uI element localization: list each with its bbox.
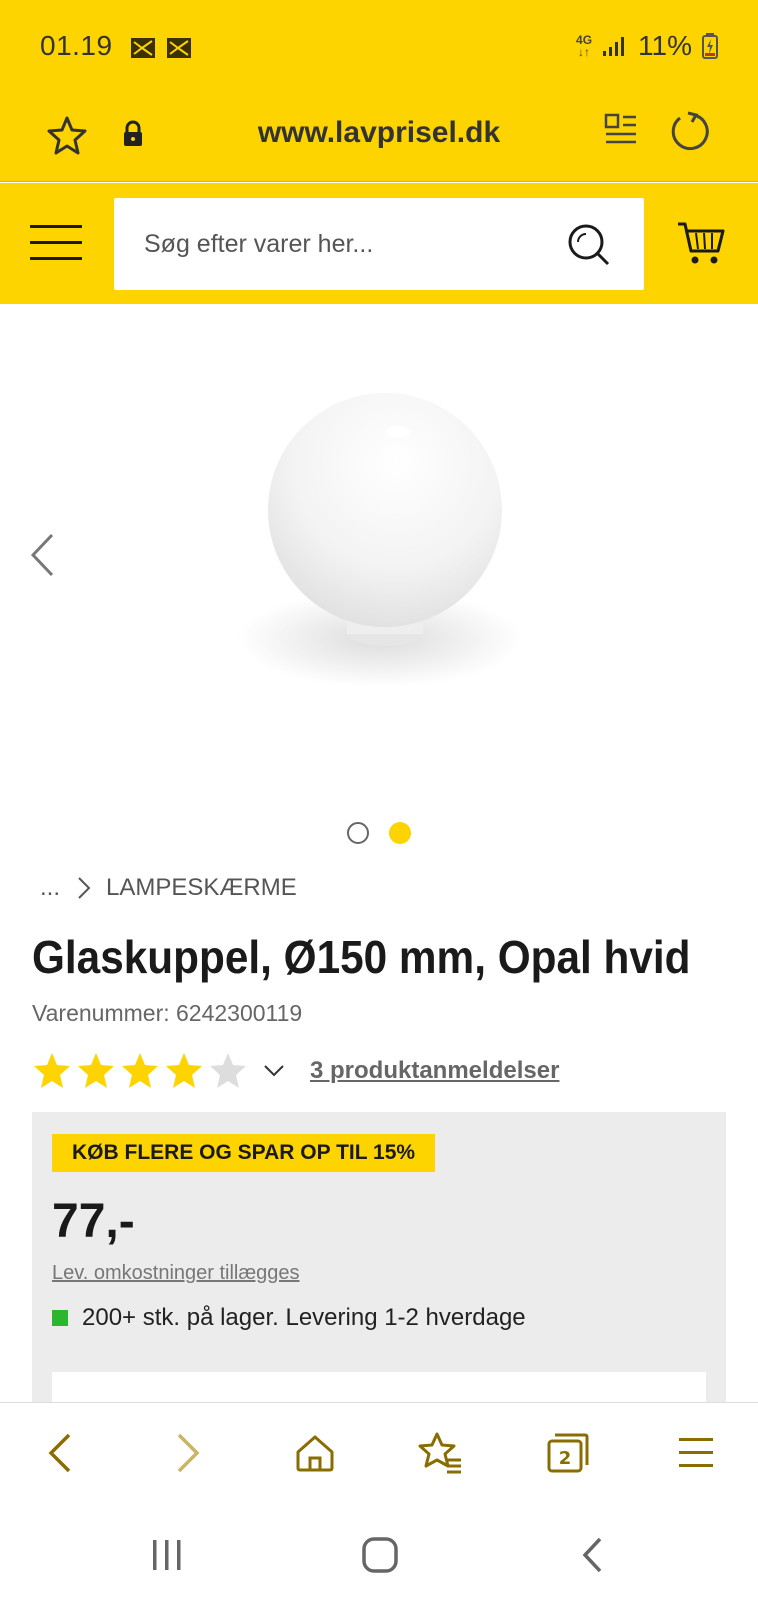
rating-row: 3 produktanmeldelser [32, 1052, 559, 1090]
status-time: 01.19 [40, 30, 113, 61]
chevron-left-icon[interactable] [28, 532, 56, 578]
gallery-dot[interactable] [347, 822, 369, 844]
tabs-button[interactable]: 2 [540, 1425, 596, 1481]
recent-apps-button[interactable] [142, 1530, 192, 1580]
notification-icon [167, 38, 191, 58]
delivery-cost-link[interactable]: Lev. omkostninger tillægges [52, 1262, 300, 1285]
notification-icon [131, 38, 155, 58]
breadcrumb: ... LAMPESKÆRME [40, 874, 297, 902]
home-button-icon [362, 1537, 398, 1573]
product-sku: Varenummer: 6242300119 [32, 1000, 302, 1027]
product-gallery[interactable] [0, 304, 758, 804]
system-back-icon [582, 1537, 602, 1573]
home-button[interactable] [287, 1425, 343, 1481]
signal-icon [603, 37, 625, 56]
url-text[interactable]: www.lavprisel.dk [0, 116, 758, 150]
tab-count: 2 [559, 1448, 572, 1469]
gallery-pagination [0, 822, 758, 844]
price-box: KØB FLERE OG SPAR OP TIL 15% 77,- Lev. o… [32, 1112, 726, 1412]
rating-stars[interactable] [32, 1052, 248, 1090]
reviews-link[interactable]: 3 produktanmeldelser [310, 1057, 559, 1085]
stock-status: 200+ stk. på lager. Levering 1-2 hverdag… [52, 1304, 526, 1332]
chevron-down-icon[interactable] [262, 1063, 286, 1079]
star-filled-icon [78, 1053, 114, 1088]
product-image [238, 393, 522, 687]
home-icon [296, 1435, 334, 1472]
system-back-button[interactable] [568, 1530, 618, 1580]
reader-mode-icon[interactable] [604, 112, 638, 150]
breadcrumb-ellipsis[interactable]: ... [40, 874, 60, 902]
site-header [0, 183, 758, 304]
browser-menu-button[interactable] [668, 1425, 724, 1481]
stock-text: 200+ stk. på lager. Levering 1-2 hverdag… [82, 1304, 526, 1331]
breadcrumb-category[interactable]: LAMPESKÆRME [106, 874, 297, 902]
system-nav-bar [0, 1502, 758, 1600]
hamburger-menu-icon[interactable] [30, 223, 82, 263]
recent-apps-icon [153, 1540, 181, 1570]
status-bar: 01.19 4G ↓↑ 11% [0, 0, 758, 92]
gallery-dot-active[interactable] [389, 822, 411, 844]
address-bar: www.lavprisel.dk [0, 92, 758, 182]
star-filled-icon [34, 1053, 70, 1088]
menu-icon [679, 1438, 713, 1467]
product-title: Glaskuppel, Ø150 mm, Opal hvid [32, 931, 691, 983]
back-button[interactable] [32, 1425, 88, 1481]
network-type: 4G ↓↑ [576, 33, 593, 59]
tabs-icon: 2 [547, 1433, 589, 1473]
sku-value: 6242300119 [176, 1000, 303, 1026]
home-system-button[interactable] [355, 1530, 405, 1580]
bookmarks-icon [418, 1432, 461, 1474]
promo-badge: KØB FLERE OG SPAR OP TIL 15% [52, 1134, 436, 1172]
stock-indicator [52, 1310, 68, 1326]
cart-icon[interactable] [676, 219, 726, 267]
search-box [114, 198, 644, 290]
search-icon[interactable] [566, 222, 612, 268]
chevron-right-icon [78, 877, 91, 899]
browser-toolbar: 2 [0, 1402, 758, 1502]
price: 77,- [52, 1195, 135, 1248]
battery-percentage: 11% [638, 30, 692, 61]
back-icon [48, 1433, 71, 1473]
search-input[interactable] [144, 198, 564, 290]
forward-button[interactable] [160, 1425, 216, 1481]
reload-icon[interactable] [668, 110, 710, 152]
star-filled-icon [166, 1053, 202, 1088]
bookmarks-button[interactable] [412, 1425, 468, 1481]
sku-label: Varenummer: [32, 1000, 170, 1026]
star-filled-icon [122, 1053, 158, 1088]
battery-charging-icon [702, 33, 718, 59]
star-empty-icon [210, 1053, 246, 1088]
forward-icon [177, 1433, 200, 1473]
